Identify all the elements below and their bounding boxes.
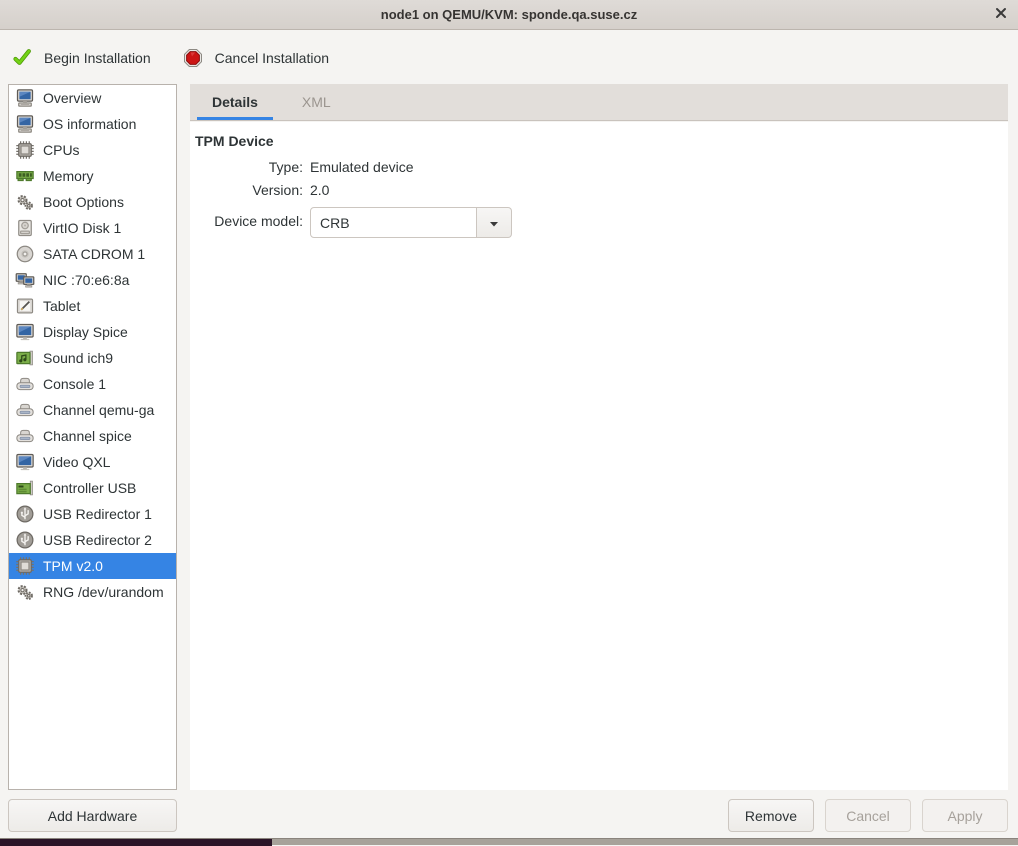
gears-icon [15,582,35,602]
gears-icon [15,192,35,212]
sidebar-item-label: Channel spice [43,428,132,444]
sidebar-item-label: Tablet [43,298,80,314]
stop-icon [183,48,203,68]
titlebar: node1 on QEMU/KVM: sponde.qa.suse.cz [0,0,1018,30]
sidebar-item-label: Boot Options [43,194,124,210]
cancel-installation-label: Cancel Installation [215,50,329,66]
remove-button[interactable]: Remove [728,799,814,832]
type-label: Type: [190,159,303,175]
sidebar-item-memory[interactable]: Memory [9,163,176,189]
sidebar-item-label: Sound ich9 [43,350,113,366]
begin-installation-button[interactable]: Begin Installation [12,48,151,68]
details-panel: TPM Device Type: Emulated device Version… [190,122,1008,790]
add-hardware-button[interactable]: Add Hardware [8,799,177,832]
network-icon [15,270,35,290]
sidebar-item-rng-dev-urandom[interactable]: RNG /dev/urandom [9,579,176,605]
sidebar-item-cpus[interactable]: CPUs [9,137,176,163]
chevron-down-icon [488,215,500,231]
cancel-installation-button[interactable]: Cancel Installation [183,48,329,68]
sidebar-item-sata-cdrom-1[interactable]: SATA CDROM 1 [9,241,176,267]
disk-icon [15,218,35,238]
cpu-icon [15,556,35,576]
sidebar-item-controller-usb[interactable]: Controller USB [9,475,176,501]
display-icon [15,452,35,472]
sidebar-item-label: Display Spice [43,324,128,340]
sidebar-item-label: Console 1 [43,376,106,392]
sidebar-item-sound-ich9[interactable]: Sound ich9 [9,345,176,371]
background-window-edge [0,838,1018,845]
cancel-button: Cancel [825,799,911,832]
sidebar-item-label: RNG /dev/urandom [43,584,164,600]
close-icon [995,6,1007,24]
sidebar-item-console-1[interactable]: Console 1 [9,371,176,397]
details-tab-bar: Details XML [190,84,1008,121]
sidebar-item-label: OS information [43,116,136,132]
sidebar-item-tablet[interactable]: Tablet [9,293,176,319]
sidebar-item-virtio-disk-1[interactable]: VirtIO Disk 1 [9,215,176,241]
sidebar-item-label: Channel qemu-ga [43,402,154,418]
serial-icon [15,426,35,446]
display-icon [15,322,35,342]
begin-installation-label: Begin Installation [44,50,151,66]
tablet-icon [15,296,35,316]
cdrom-icon [15,244,35,264]
type-value: Emulated device [310,159,1008,175]
sidebar-item-nic-70-e6-8a[interactable]: NIC :70:e6:8a [9,267,176,293]
checkmark-icon [12,48,32,68]
sidebar-item-display-spice[interactable]: Display Spice [9,319,176,345]
sidebar-item-boot-options[interactable]: Boot Options [9,189,176,215]
sidebar-item-label: TPM v2.0 [43,558,103,574]
tab-details[interactable]: Details [190,84,280,120]
sidebar-item-label: USB Redirector 1 [43,506,152,522]
sidebar-item-label: Memory [43,168,94,184]
window-close-button[interactable] [990,4,1012,26]
toolbar: Begin Installation Cancel Installation [0,31,1018,84]
device-model-label: Device model: [190,213,303,229]
sidebar-item-overview[interactable]: Overview [9,85,176,111]
device-model-dropdown-button[interactable] [477,207,512,238]
sound-icon [15,348,35,368]
section-title-tpm-device: TPM Device [195,133,1008,149]
cpu-icon [15,140,35,160]
sidebar-item-channel-spice[interactable]: Channel spice [9,423,176,449]
usb-icon [15,530,35,550]
sidebar-item-label: Video QXL [43,454,110,470]
sidebar-item-tpm-v2.0[interactable]: TPM v2.0 [9,553,176,579]
sidebar-item-label: NIC :70:e6:8a [43,272,129,288]
controller-icon [15,478,35,498]
sidebar-item-os-information[interactable]: OS information [9,111,176,137]
sidebar-item-channel-qemu-ga[interactable]: Channel qemu-ga [9,397,176,423]
sidebar-item-label: Overview [43,90,101,106]
desktop-icon [15,88,35,108]
hardware-list: Overview OS information CPUs Memory Boot Opt… [8,84,177,790]
tpm-fields: Type: Emulated device Version: 2.0 Devic… [190,155,1008,240]
desktop-icon [15,114,35,134]
sidebar-item-usb-redirector-1[interactable]: USB Redirector 1 [9,501,176,527]
device-model-value[interactable]: CRB [310,207,477,238]
sidebar-item-label: Controller USB [43,480,136,496]
apply-button: Apply [922,799,1008,832]
serial-icon [15,400,35,420]
version-label: Version: [190,182,303,198]
serial-icon [15,374,35,394]
window-title: node1 on QEMU/KVM: sponde.qa.suse.cz [381,7,637,22]
sidebar-item-label: USB Redirector 2 [43,532,152,548]
sidebar-item-label: SATA CDROM 1 [43,246,145,262]
memory-icon [15,166,35,186]
tab-xml[interactable]: XML [280,84,353,120]
sidebar-item-label: VirtIO Disk 1 [43,220,121,236]
version-value: 2.0 [310,182,1008,198]
sidebar-item-video-qxl[interactable]: Video QXL [9,449,176,475]
usb-icon [15,504,35,524]
device-model-combobox: CRB [310,207,512,238]
sidebar-item-usb-redirector-2[interactable]: USB Redirector 2 [9,527,176,553]
sidebar-item-label: CPUs [43,142,80,158]
action-buttons: Remove Cancel Apply [728,799,1008,832]
